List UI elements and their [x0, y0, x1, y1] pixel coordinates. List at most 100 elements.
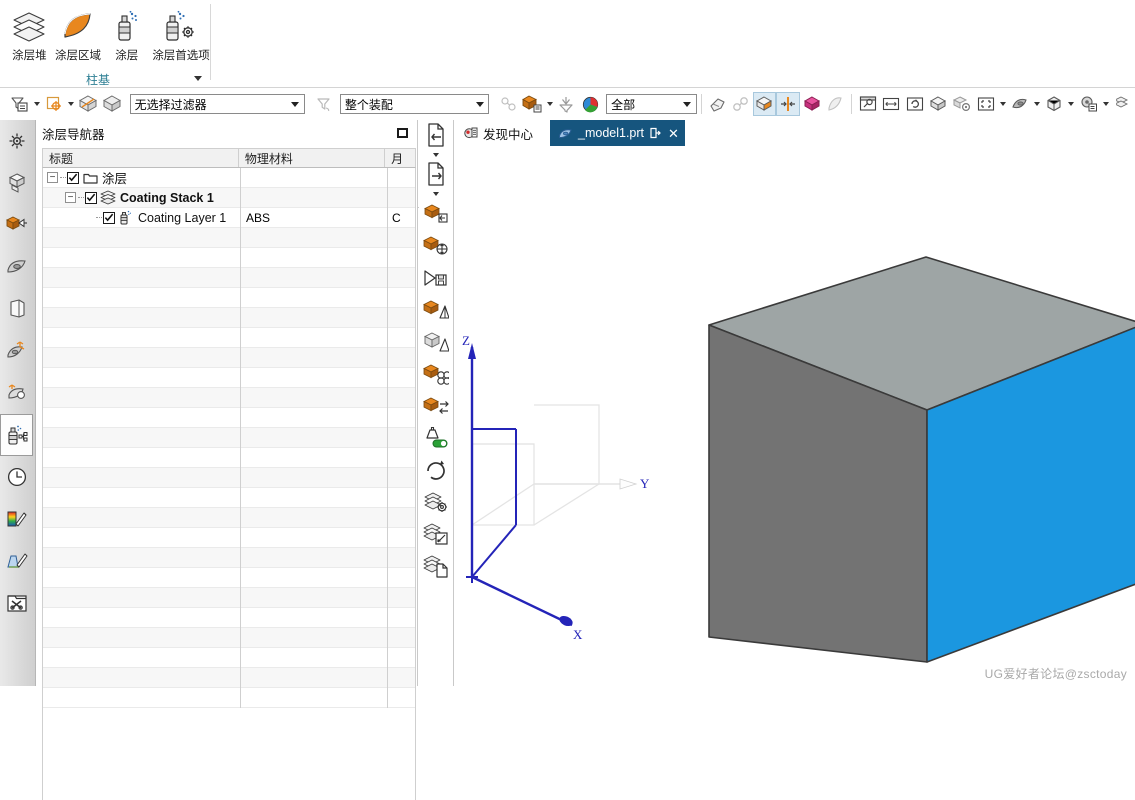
tree-row-empty[interactable]: [43, 528, 415, 548]
display-options-icon[interactable]: [1077, 92, 1101, 116]
tree-row-empty[interactable]: [43, 328, 415, 348]
coating-navigator-icon[interactable]: [0, 414, 33, 456]
zoom-width-icon[interactable]: [880, 92, 904, 116]
select-face-filter-icon[interactable]: [521, 92, 545, 116]
constraint-navigator-icon[interactable]: [0, 204, 33, 246]
chevron-down-icon[interactable]: [419, 189, 453, 198]
select-component-icon[interactable]: [100, 92, 124, 116]
view-manager-icon[interactable]: [0, 330, 33, 372]
selection-type-caret-icon[interactable]: [31, 92, 42, 116]
coating-tree[interactable]: − 涂层 − Coating Stack 1 Coating Layer 1 ABS C: [42, 168, 416, 800]
tree-row-empty[interactable]: [43, 388, 415, 408]
tree-row[interactable]: Coating Layer 1 ABS C: [43, 208, 415, 228]
tree-row-empty[interactable]: [43, 308, 415, 328]
system-materials-icon[interactable]: [0, 498, 33, 540]
tree-row-empty[interactable]: [43, 288, 415, 308]
tree-row-empty[interactable]: [43, 228, 415, 248]
selection-priority-icon[interactable]: [555, 92, 579, 116]
coating-body-icon[interactable]: [419, 326, 453, 358]
coating-pattern-icon[interactable]: [419, 358, 453, 390]
assembly-scope-combo[interactable]: 整个装配: [339, 94, 490, 114]
tree-row-empty[interactable]: [43, 468, 415, 488]
chevron-down-icon[interactable]: [471, 95, 488, 113]
tree-row-empty[interactable]: [43, 348, 415, 368]
ribbon-button-coating-stack[interactable]: 涂层堆: [6, 4, 53, 63]
import-coating-icon[interactable]: [419, 120, 453, 150]
tree-row[interactable]: − Coating Stack 1: [43, 188, 415, 208]
stack-settings-icon[interactable]: [419, 486, 453, 518]
tree-row-empty[interactable]: [43, 408, 415, 428]
section-cut-icon[interactable]: [776, 92, 800, 116]
scene-light-icon[interactable]: [0, 372, 33, 414]
tree-row-empty[interactable]: [43, 648, 415, 668]
tree-checkbox[interactable]: [67, 171, 79, 184]
history-clock-icon[interactable]: [0, 456, 33, 498]
fit-view-icon[interactable]: [856, 92, 880, 116]
tree-row-empty[interactable]: [43, 428, 415, 448]
fit-window-caret-icon[interactable]: [997, 92, 1008, 116]
history-book-icon[interactable]: [0, 288, 33, 330]
snap-point-caret-icon[interactable]: [66, 92, 77, 116]
ribbon-button-coating[interactable]: 涂层: [103, 4, 150, 63]
shaded-render-icon[interactable]: [927, 92, 951, 116]
column-header-material[interactable]: 物理材料: [239, 149, 386, 167]
select-solid-icon[interactable]: [77, 92, 101, 116]
display-options-caret-icon[interactable]: [1100, 92, 1111, 116]
chevron-down-icon[interactable]: [194, 76, 202, 81]
tree-row-empty[interactable]: [43, 568, 415, 588]
save-region-icon[interactable]: [419, 262, 453, 294]
tree-checkbox[interactable]: [85, 191, 97, 204]
customize-tools-icon[interactable]: [0, 582, 33, 624]
system-scene-icon[interactable]: [0, 540, 33, 582]
show-shaded-icon[interactable]: [752, 92, 777, 116]
snap-point-icon[interactable]: [42, 92, 66, 116]
tree-expander[interactable]: −: [65, 192, 76, 203]
ribbon-button-coating-preferences[interactable]: 涂层首选项: [152, 4, 210, 63]
tree-row-empty[interactable]: [43, 608, 415, 628]
orient-view-caret-icon[interactable]: [1032, 92, 1043, 116]
render-style-icon[interactable]: [950, 92, 974, 116]
tree-row-empty[interactable]: [43, 448, 415, 468]
tree-row-empty[interactable]: [43, 368, 415, 388]
sheet-body-icon[interactable]: [823, 92, 847, 116]
view-orientation-caret-icon[interactable]: [1066, 92, 1077, 116]
coating-surface-icon[interactable]: [419, 294, 453, 326]
assign-coating-icon[interactable]: [419, 198, 453, 230]
ribbon-button-coating-region[interactable]: 涂层区域: [55, 4, 102, 63]
column-header-title[interactable]: 标题: [43, 149, 239, 167]
orient-view-icon[interactable]: [1008, 92, 1032, 116]
tree-row-empty[interactable]: [43, 548, 415, 568]
chevron-down-icon[interactable]: [419, 150, 453, 159]
column-header-extra[interactable]: 月: [385, 149, 415, 167]
more-tools-icon[interactable]: [1111, 92, 1135, 116]
link-icon[interactable]: [729, 92, 753, 116]
stack-copy-icon[interactable]: [419, 550, 453, 582]
tree-row[interactable]: − 涂层: [43, 168, 415, 188]
chevron-down-icon[interactable]: [679, 95, 696, 113]
selection-type-filter-icon[interactable]: [8, 92, 32, 116]
refresh-icon[interactable]: [419, 454, 453, 486]
tab-discovery-center[interactable]: 发现中心: [454, 120, 549, 146]
solid-body-icon[interactable]: [800, 92, 824, 116]
rotate-view-icon[interactable]: [903, 92, 927, 116]
chevron-down-icon[interactable]: [287, 95, 304, 113]
tree-row-empty[interactable]: [43, 588, 415, 608]
tree-row-empty[interactable]: [43, 268, 415, 288]
tree-row-empty[interactable]: [43, 248, 415, 268]
tree-row-empty[interactable]: [43, 508, 415, 528]
graphics-viewport[interactable]: Z Y X UG爱好者论坛@zsctoday: [454, 147, 1135, 686]
tree-row-empty[interactable]: [43, 488, 415, 508]
tree-expander[interactable]: −: [47, 172, 58, 183]
display-scope-combo[interactable]: 全部: [606, 94, 697, 114]
face-filter-caret-icon[interactable]: [544, 92, 555, 116]
filter-clear-icon[interactable]: [312, 92, 336, 116]
tree-row-empty[interactable]: [43, 668, 415, 688]
assembly-navigator-icon[interactable]: [0, 120, 33, 162]
coating-transfer-icon[interactable]: [419, 390, 453, 422]
export-coating-icon[interactable]: [419, 159, 453, 189]
tab-model1-prt[interactable]: _model1.prt ✕: [550, 120, 685, 146]
tab-close-icon[interactable]: ✕: [668, 127, 679, 140]
color-wheel-icon[interactable]: [579, 92, 603, 116]
part-navigator-icon[interactable]: [0, 162, 33, 204]
label-tag-icon[interactable]: [706, 92, 730, 116]
